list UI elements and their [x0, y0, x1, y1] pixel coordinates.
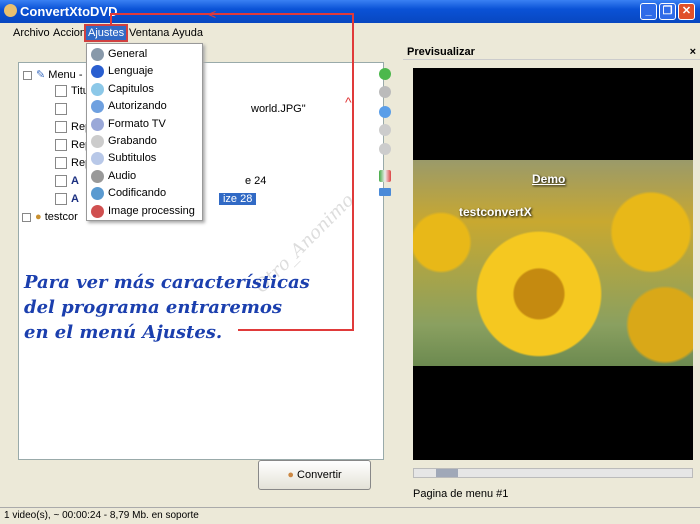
demo-button[interactable]: Demo [532, 172, 565, 186]
annotation-arrow-right [352, 13, 354, 331]
info-icon[interactable] [379, 106, 391, 118]
dropdown-item-autorizando[interactable]: Autorizando [87, 98, 202, 115]
dropdown-icon[interactable] [55, 103, 67, 116]
expand-icon[interactable] [22, 212, 31, 222]
sunflower-image: Demo testconvertX [413, 160, 693, 366]
preview-panel: Previsualizar × Demo testconvertX Pagina … [403, 44, 700, 508]
capitulos-icon [91, 82, 104, 96]
tree-label: world.JPG" [251, 103, 306, 115]
dropdown-item-label: Codificando [108, 187, 167, 200]
add-icon[interactable] [379, 68, 391, 80]
move-down-icon[interactable] [379, 143, 391, 155]
dropdown-icon[interactable] [55, 193, 67, 206]
checkbox[interactable] [55, 121, 67, 134]
autorizando-icon [91, 100, 104, 114]
note-line: Para ver más características [24, 272, 310, 293]
dropdown-item-lenguaje[interactable]: Lenguaje [87, 63, 202, 80]
grabando-icon [91, 135, 104, 148]
dropdown-item-grabando[interactable]: Grabando [87, 133, 202, 150]
preview-screen: Demo testconvertX [413, 68, 693, 460]
audio-icon [91, 169, 104, 183]
menu-accion[interactable]: Accion [53, 27, 86, 39]
tree-label: ize 28 [218, 193, 257, 205]
dropdown-item-label: Capitulos [108, 82, 154, 95]
menu-title-text: testconvertX [459, 205, 532, 219]
menu-archivo[interactable]: Archivo [13, 27, 50, 39]
convert-label: Convertir [297, 469, 342, 481]
collapse-icon[interactable] [23, 70, 32, 80]
tree-item[interactable]: Titu [55, 83, 89, 99]
dropdown-item-audio[interactable]: Audio [87, 168, 202, 185]
convert-icon: ● [287, 469, 294, 481]
remove-icon[interactable] [379, 86, 391, 98]
dropdown-item-subtitulos[interactable]: Subtitulos [87, 150, 202, 167]
tree-root[interactable]: ✎ Menu - [23, 67, 83, 83]
dropdown-item-label: Audio [108, 169, 137, 182]
annotation-arrow-left [110, 13, 112, 25]
page-label: Pagina de menu #1 [413, 488, 509, 500]
arrow-left-icon: < [208, 6, 217, 22]
convert-button[interactable]: ● Convertir [258, 460, 371, 490]
preview-title: Previsualizar [407, 46, 475, 58]
dropdown-item-label: Subtitulos [108, 152, 157, 165]
tree-label: Menu - [48, 69, 83, 81]
preview-slider[interactable] [413, 468, 693, 478]
menu-ventana[interactable]: Ventana [129, 27, 169, 39]
codificando-icon [91, 187, 104, 201]
dropdown-icon[interactable] [55, 85, 67, 98]
checkbox[interactable] [55, 157, 67, 170]
slider-thumb[interactable] [436, 469, 459, 477]
maximize-button[interactable]: ❐ [659, 3, 676, 20]
tree-label: e 24 [244, 175, 267, 187]
app-icon [4, 4, 17, 17]
subtitulos-icon [91, 152, 104, 166]
dropdown-item-label: Lenguaje [108, 65, 154, 78]
dropdown-icon[interactable] [55, 175, 67, 188]
menu-ajustes[interactable]: Ajustes [83, 24, 129, 42]
dropdown-item-label: Image processing [108, 204, 195, 217]
dropdown-item-capitulos[interactable]: Capitulos [87, 81, 202, 98]
dropdown-item-codificando[interactable]: Codificando [87, 185, 202, 202]
arrow-up-icon: ^ [345, 94, 352, 110]
dropdown-item-general[interactable]: General [87, 46, 202, 63]
formato-tv-icon [91, 117, 104, 131]
note-line: del programa entraremos [24, 297, 283, 318]
annotation-arrow-bottom [238, 329, 354, 331]
window-title: ConvertXtoDVD [20, 4, 118, 19]
dropdown-item-label: Grabando [108, 135, 157, 147]
menu-ayuda[interactable]: Ayuda [172, 27, 203, 39]
annotation-note: Para ver más características del program… [24, 270, 310, 345]
ajustes-dropdown: General Lenguaje Capitulos Autorizando Forma… [86, 43, 203, 221]
dropdown-item-label: Formato TV [108, 117, 166, 130]
title-bar: ConvertXtoDVD _ ❐ ✕ [0, 0, 700, 23]
dropdown-item-formato-tv[interactable]: Formato TV [87, 116, 202, 133]
general-icon [91, 48, 104, 61]
dropdown-item-image-processing[interactable]: Image processing [87, 203, 202, 220]
screen-icon[interactable] [379, 188, 391, 196]
annotation-arrow-top [110, 13, 354, 15]
tree-label: testcor [44, 211, 78, 223]
minimize-button[interactable]: _ [640, 3, 657, 20]
image-processing-icon [91, 204, 104, 218]
dropdown-item-label: Autorizando [108, 100, 167, 113]
move-up-icon[interactable] [379, 124, 391, 136]
trash-icon[interactable] [379, 170, 391, 182]
note-line: en el menú Ajustes. [24, 322, 223, 343]
dropdown-item-label: General [108, 48, 148, 60]
preview-header: Previsualizar × [403, 44, 700, 60]
checkbox[interactable] [55, 139, 67, 152]
tree-project[interactable]: ● testcor [22, 209, 78, 225]
close-preview-icon[interactable]: × [690, 44, 696, 60]
lenguaje-icon [91, 65, 104, 79]
close-button[interactable]: ✕ [678, 3, 695, 20]
status-bar: 1 video(s), ~ 00:00:24 - 8,79 Mb. en sop… [0, 507, 700, 523]
